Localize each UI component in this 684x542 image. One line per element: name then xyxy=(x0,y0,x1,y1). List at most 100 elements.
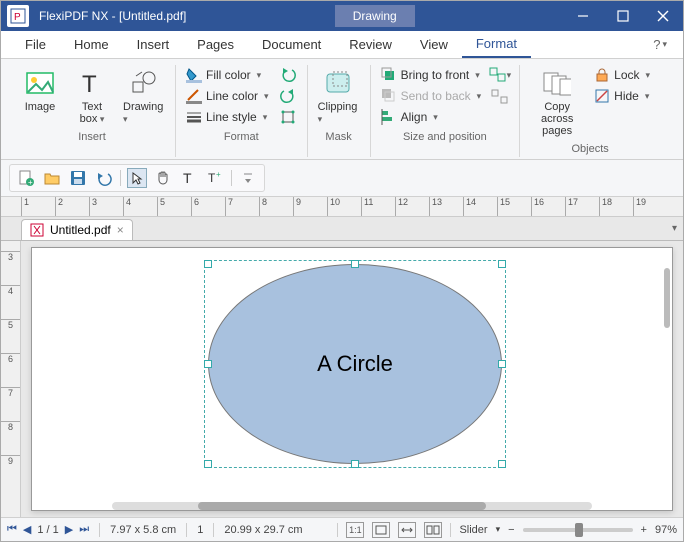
svg-text:T: T xyxy=(183,170,192,186)
zoom-out-button[interactable]: − xyxy=(508,524,514,536)
selected-shape[interactable]: A Circle xyxy=(208,264,502,464)
group-button[interactable]: ▾ xyxy=(489,65,511,85)
context-tab-drawing[interactable]: Drawing xyxy=(335,5,415,27)
zoom-slider[interactable] xyxy=(523,528,633,532)
align-icon xyxy=(381,109,397,125)
qa-undo-button[interactable] xyxy=(94,168,114,188)
qa-more-button[interactable] xyxy=(238,168,258,188)
rotate-left-button[interactable] xyxy=(277,65,299,85)
qa-save-button[interactable] xyxy=(68,168,88,188)
qa-new-button[interactable]: + xyxy=(16,168,36,188)
page-prev-button[interactable]: ◀ xyxy=(23,523,31,536)
document-tab-label: Untitled.pdf xyxy=(50,223,111,237)
handle-tl[interactable] xyxy=(204,260,212,268)
qa-hand-button[interactable] xyxy=(153,168,173,188)
tab-view[interactable]: View xyxy=(406,31,462,58)
status-selection-size: 7.97 x 5.8 cm xyxy=(110,524,176,536)
qa-open-button[interactable] xyxy=(42,168,62,188)
ruler-vtick: 7 xyxy=(1,387,20,398)
ellipse-shape[interactable]: A Circle xyxy=(208,264,502,464)
zoom-in-button[interactable]: + xyxy=(641,524,647,536)
view-facing-button[interactable] xyxy=(424,522,442,538)
page-first-button[interactable]: ⏮ xyxy=(7,523,17,536)
help-button[interactable]: ?▾ xyxy=(647,31,673,58)
tab-format[interactable]: Format xyxy=(462,31,531,58)
document-tab[interactable]: Untitled.pdf × xyxy=(21,219,133,240)
handle-br[interactable] xyxy=(498,460,506,468)
page-last-button[interactable]: ⏭ xyxy=(79,523,89,536)
ribbon: Image T Text box Drawing Insert F xyxy=(1,59,683,160)
menubar: File Home Insert Pages Document Review V… xyxy=(1,31,683,59)
hide-icon xyxy=(594,88,610,104)
ruler-tick: 2 xyxy=(55,197,63,216)
ungroup-button[interactable] xyxy=(489,87,511,107)
qa-pointer-button[interactable] xyxy=(127,168,147,188)
handle-tr[interactable] xyxy=(498,260,506,268)
clipping-button[interactable]: Clipping xyxy=(316,65,362,127)
qa-text-add-button[interactable]: T+ xyxy=(205,168,225,188)
bring-to-front-button[interactable]: Bring to front▾ xyxy=(379,65,484,85)
send-to-back-label: Send to back xyxy=(401,89,471,103)
copy-across-pages-label: Copy across pages xyxy=(530,101,584,137)
insert-textbox-button[interactable]: T Text box xyxy=(69,65,115,127)
ruler-vertical[interactable]: 3456789 xyxy=(1,241,21,517)
view-single-button[interactable]: 1:1 xyxy=(346,522,364,538)
transform-button[interactable] xyxy=(277,107,299,127)
rotate-right-button[interactable] xyxy=(277,86,299,106)
ruler-tick: 8 xyxy=(259,197,267,216)
view-fit-button[interactable] xyxy=(372,522,390,538)
tab-review[interactable]: Review xyxy=(335,31,406,58)
maximize-button[interactable] xyxy=(603,1,643,31)
ruler-vtick: 9 xyxy=(1,455,20,466)
ruler-tick: 16 xyxy=(531,197,544,216)
ruler-tick: 11 xyxy=(361,197,373,216)
handle-bl[interactable] xyxy=(204,460,212,468)
quick-access-bar: + T T+ xyxy=(1,160,683,197)
line-style-button[interactable]: Line style▾ xyxy=(184,107,271,127)
close-button[interactable] xyxy=(643,1,683,31)
group-format: Fill color▾ Line color▾ Line style▾ xyxy=(175,65,307,157)
group-format-label: Format xyxy=(224,129,259,145)
tab-document[interactable]: Document xyxy=(248,31,335,58)
view-width-button[interactable] xyxy=(398,522,416,538)
horizontal-scrollbar[interactable] xyxy=(112,502,592,510)
vertical-scrollbar[interactable] xyxy=(664,268,670,328)
fill-color-button[interactable]: Fill color▾ xyxy=(184,65,271,85)
hide-button[interactable]: Hide▾ xyxy=(592,86,652,106)
zoom-percent[interactable]: 97% xyxy=(655,524,677,536)
ruler-tick: 6 xyxy=(191,197,199,216)
handle-ml[interactable] xyxy=(204,360,212,368)
qa-text-button[interactable]: T xyxy=(179,168,199,188)
page-counter[interactable]: 1 / 1 xyxy=(37,524,58,536)
document-tab-close[interactable]: × xyxy=(117,223,124,237)
copy-across-pages-button[interactable]: Copy across pages xyxy=(528,65,586,139)
handle-bm[interactable] xyxy=(351,460,359,468)
ruler-horizontal[interactable]: /* ticks populated below */ 123456789101… xyxy=(1,197,683,217)
copy-across-pages-icon xyxy=(543,69,571,97)
statusbar: ⏮ ◀ 1 / 1 ▶ ⏭ 7.97 x 5.8 cm 1 20.99 x 29… xyxy=(1,517,683,541)
tab-pages[interactable]: Pages xyxy=(183,31,248,58)
tab-insert[interactable]: Insert xyxy=(123,31,184,58)
ruler-vtick: 6 xyxy=(1,353,20,364)
canvas[interactable]: A Circle xyxy=(21,241,683,517)
tab-file[interactable]: File xyxy=(11,31,60,58)
page-next-button[interactable]: ▶ xyxy=(65,523,73,536)
tab-home[interactable]: Home xyxy=(60,31,123,58)
insert-image-button[interactable]: Image xyxy=(17,65,63,115)
handle-tm[interactable] xyxy=(351,260,359,268)
line-color-button[interactable]: Line color▾ xyxy=(184,86,271,106)
page[interactable]: A Circle xyxy=(31,247,673,511)
hscroll-thumb[interactable] xyxy=(198,502,486,510)
handle-mr[interactable] xyxy=(498,360,506,368)
lock-button[interactable]: Lock▾ xyxy=(592,65,652,85)
group-size-label: Size and position xyxy=(403,129,487,145)
insert-drawing-button[interactable]: Drawing xyxy=(121,65,167,127)
minimize-button[interactable] xyxy=(563,1,603,31)
shape-text: A Circle xyxy=(317,351,393,377)
align-button[interactable]: Align▾ xyxy=(379,107,484,127)
send-to-back-button[interactable]: Send to back▾ xyxy=(379,86,484,106)
zoom-slider-knob[interactable] xyxy=(575,523,583,537)
titlebar: P FlexiPDF NX - [Untitled.pdf] Drawing xyxy=(1,1,683,31)
document-tabs-menu[interactable]: ▾ xyxy=(672,223,677,234)
document-tabs: Untitled.pdf × ▾ xyxy=(1,217,683,241)
